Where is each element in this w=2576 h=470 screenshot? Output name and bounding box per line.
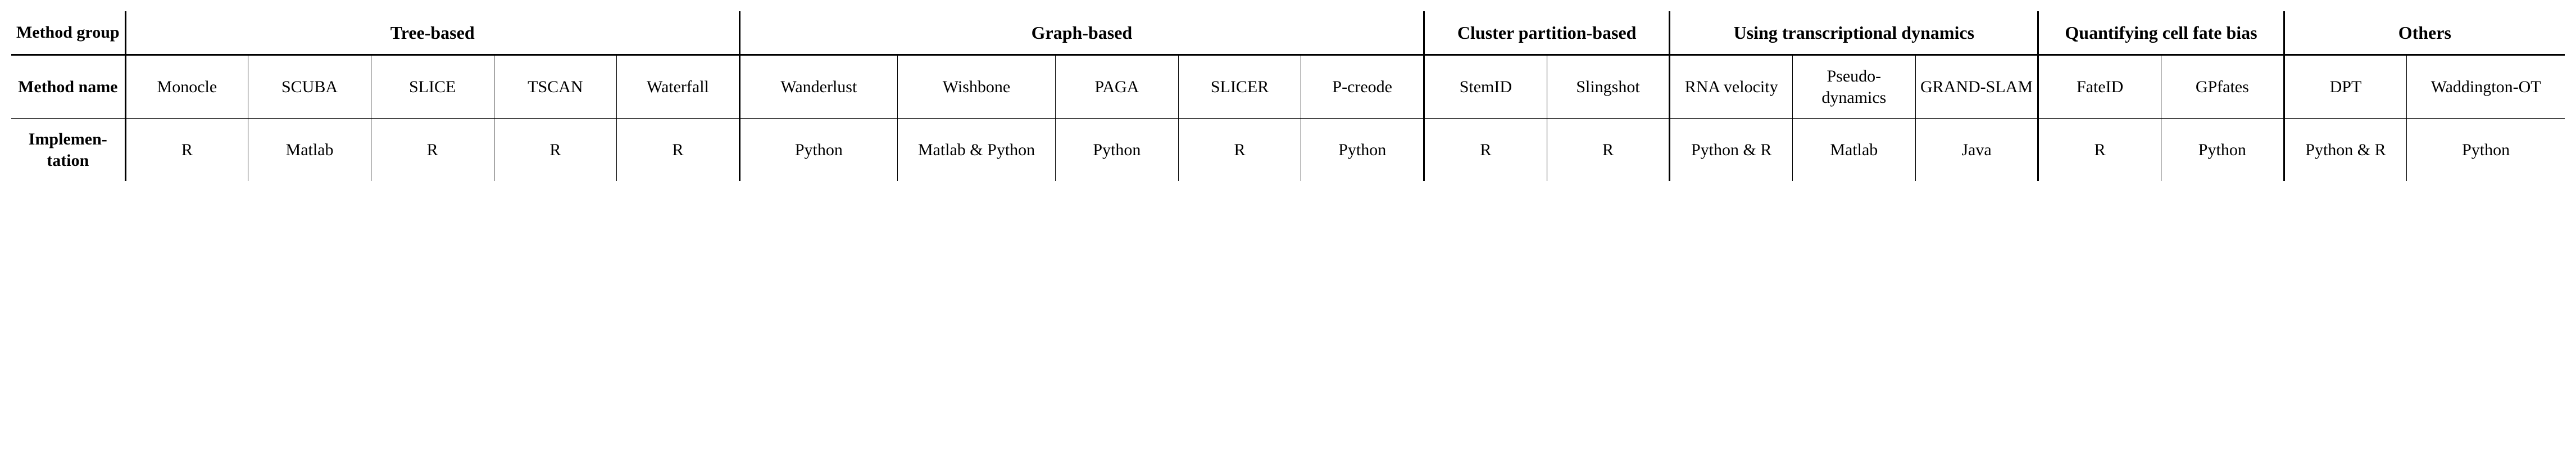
method-impl: Python xyxy=(2161,119,2284,182)
method-impl: R xyxy=(617,119,740,182)
row-header-name: Method name xyxy=(11,55,125,119)
method-impl: R xyxy=(371,119,494,182)
method-impl: Matlab xyxy=(248,119,371,182)
method-name: SLICER xyxy=(1178,55,1301,119)
method-impl: R xyxy=(1424,119,1547,182)
table-row: Method name Monocle SCUBA SLICE TSCAN Wa… xyxy=(11,55,2565,119)
method-name: Waterfall xyxy=(617,55,740,119)
method-impl: R xyxy=(2038,119,2161,182)
method-name: Waddington-OT xyxy=(2407,55,2565,119)
method-impl: Python xyxy=(1056,119,1179,182)
group-header: Others xyxy=(2284,11,2565,55)
method-impl: Python xyxy=(1301,119,1424,182)
method-impl: R xyxy=(494,119,617,182)
method-name: TSCAN xyxy=(494,55,617,119)
method-name: RNA velocity xyxy=(1670,55,1793,119)
group-header: Cluster partition-based xyxy=(1424,11,1670,55)
method-name: Slingshot xyxy=(1547,55,1670,119)
method-impl: R xyxy=(1547,119,1670,182)
table-wrapper: Method group Tree-based Graph-based Clus… xyxy=(11,11,2565,181)
method-name: Wanderlust xyxy=(739,55,897,119)
group-header: Tree-based xyxy=(125,11,739,55)
method-impl: Python & R xyxy=(2284,119,2407,182)
method-name: GRAND-SLAM xyxy=(1915,55,2038,119)
method-name: PAGA xyxy=(1056,55,1179,119)
group-header: Using transcriptional dynamics xyxy=(1670,11,2038,55)
method-name: SLICE xyxy=(371,55,494,119)
method-name: Wishbone xyxy=(897,55,1055,119)
group-header: Graph-based xyxy=(739,11,1424,55)
method-impl: R xyxy=(125,119,248,182)
method-name: P-creode xyxy=(1301,55,1424,119)
method-impl: Python & R xyxy=(1670,119,1793,182)
method-name: StemID xyxy=(1424,55,1547,119)
method-name: GPfates xyxy=(2161,55,2284,119)
method-impl: Python xyxy=(739,119,897,182)
method-name: DPT xyxy=(2284,55,2407,119)
method-impl: Java xyxy=(1915,119,2038,182)
method-name: SCUBA xyxy=(248,55,371,119)
table-row: Method group Tree-based Graph-based Clus… xyxy=(11,11,2565,55)
method-name: Pseudo-dynamics xyxy=(1793,55,1916,119)
method-name: FateID xyxy=(2038,55,2161,119)
method-impl: Matlab & Python xyxy=(897,119,1055,182)
methods-table: Method group Tree-based Graph-based Clus… xyxy=(11,11,2565,181)
method-impl: R xyxy=(1178,119,1301,182)
method-impl: Matlab xyxy=(1793,119,1916,182)
row-header-impl: Implemen-tation xyxy=(11,119,125,182)
group-header: Quantifying cell fate bias xyxy=(2038,11,2284,55)
method-name: Monocle xyxy=(125,55,248,119)
method-impl: Python xyxy=(2407,119,2565,182)
row-header-group: Method group xyxy=(11,11,125,55)
table-row: Implemen-tation R Matlab R R R Python Ma… xyxy=(11,119,2565,182)
